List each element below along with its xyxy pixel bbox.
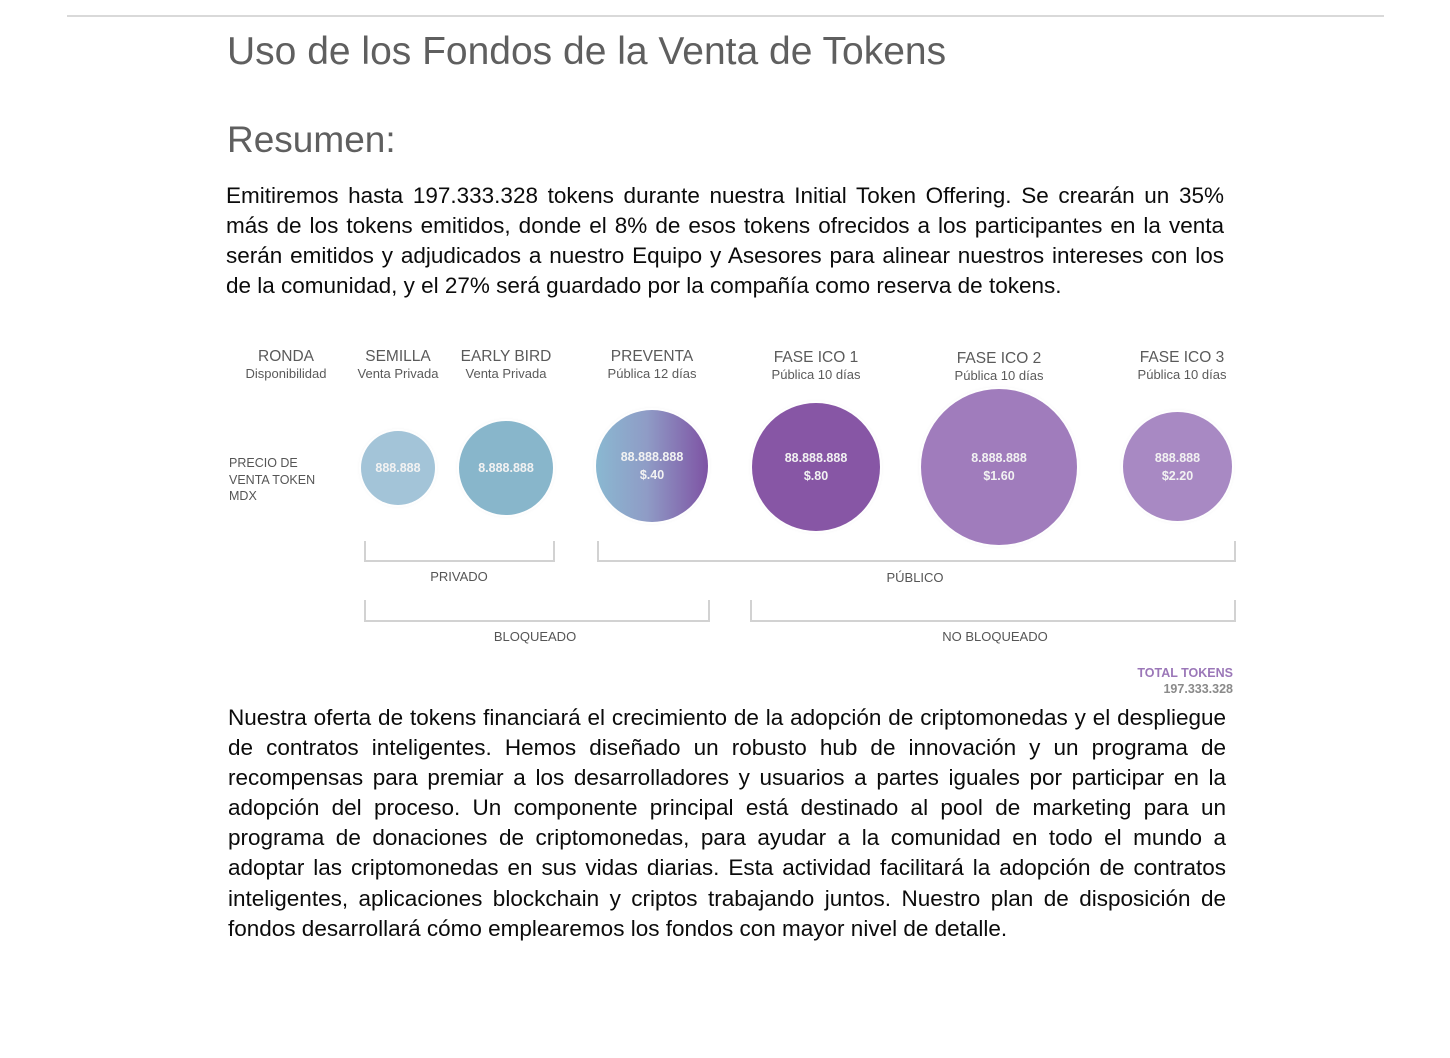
bubble-semilla: 888.888 [361, 431, 435, 505]
total-tokens-label: TOTAL TOKENS [1137, 666, 1233, 680]
round-title: PREVENTA [610, 348, 694, 365]
header-fase-ico-3: FASE ICO 3 Pública 10 días [1138, 348, 1227, 383]
group-label-no-bloqueado: NO BLOQUEADO [942, 629, 1048, 644]
round-subtitle: Venta Privada [357, 366, 439, 381]
group-label-bloqueado: BLOQUEADO [493, 629, 577, 644]
header-early-bird: EARLY BIRD Venta Privada [461, 347, 552, 382]
bubble-token-count: 8.888.888 [478, 461, 534, 475]
round-subtitle: Pública 10 días [1137, 367, 1227, 382]
round-subtitle: Venta Privada [465, 366, 547, 381]
header-preventa: PREVENTA Pública 12 días [608, 347, 697, 382]
top-divider [67, 15, 1384, 17]
bubble-token-price: $1.60 [983, 469, 1015, 483]
bubble-fase-ico-1: 88.888.888 $.80 [752, 403, 880, 531]
bubble-token-price: $2.20 [1161, 468, 1194, 483]
round-subtitle: Pública 10 días [771, 367, 861, 382]
header-fase-ico-1: FASE ICO 1 Pública 10 días [772, 348, 861, 383]
round-subtitle: Pública 12 días [607, 366, 697, 381]
round-title: EARLY BIRD [460, 348, 552, 365]
bubble-token-count: 888.888 [1154, 450, 1201, 465]
group-label-publico: PÚBLICO [886, 570, 944, 585]
round-subtitle: Pública 10 días [954, 368, 1044, 383]
summary-paragraph: Emitiremos hasta 197.333.328 tokens dura… [226, 183, 1224, 299]
bubble-fase-ico-3: 888.888 $2.20 [1123, 412, 1232, 521]
bubble-token-count: 88.888.888 [784, 451, 848, 465]
bubble-token-price: $.40 [639, 468, 665, 482]
bubble-token-count: 888.888 [375, 461, 421, 475]
header-ronda-subtitle: Disponibilidad [245, 366, 327, 381]
round-title: FASE ICO 1 [773, 349, 859, 366]
round-title: FASE ICO 2 [956, 350, 1042, 367]
row-label-token-price: PRECIO DE VENTA TOKEN MDX [229, 456, 316, 503]
funding-paragraph: Nuestra oferta de tokens financiará el c… [228, 705, 1226, 941]
round-title: FASE ICO 3 [1139, 349, 1225, 366]
total-tokens-value: 197.333.328 [1163, 682, 1233, 696]
bracket-bloqueado [364, 600, 710, 622]
bubble-token-price: $.80 [803, 469, 829, 483]
bracket-privado [364, 541, 555, 562]
group-label-privado: PRIVADO [430, 569, 488, 584]
bracket-publico [597, 541, 1236, 562]
bubble-preventa: 88.888.888 $.40 [596, 410, 708, 522]
header-ronda: RONDA Disponibilidad [246, 347, 327, 382]
bubble-fase-ico-2: 8.888.888 $1.60 [921, 389, 1077, 545]
bubble-token-count: 88.888.888 [620, 450, 684, 464]
header-fase-ico-2: FASE ICO 2 Pública 10 días [955, 349, 1044, 384]
bubble-token-count: 8.888.888 [971, 451, 1027, 465]
bubble-early-bird: 8.888.888 [459, 421, 553, 515]
bracket-no-bloqueado [750, 600, 1236, 622]
header-semilla: SEMILLA Venta Privada [358, 347, 439, 382]
total-tokens: TOTAL TOKENS 197.333.328 [1137, 665, 1233, 697]
round-title: SEMILLA [365, 348, 431, 365]
section-heading-resumen: Resumen: [227, 119, 396, 160]
header-ronda-title: RONDA [258, 348, 314, 365]
page-title: Uso de los Fondos de la Venta de Tokens [227, 30, 947, 73]
